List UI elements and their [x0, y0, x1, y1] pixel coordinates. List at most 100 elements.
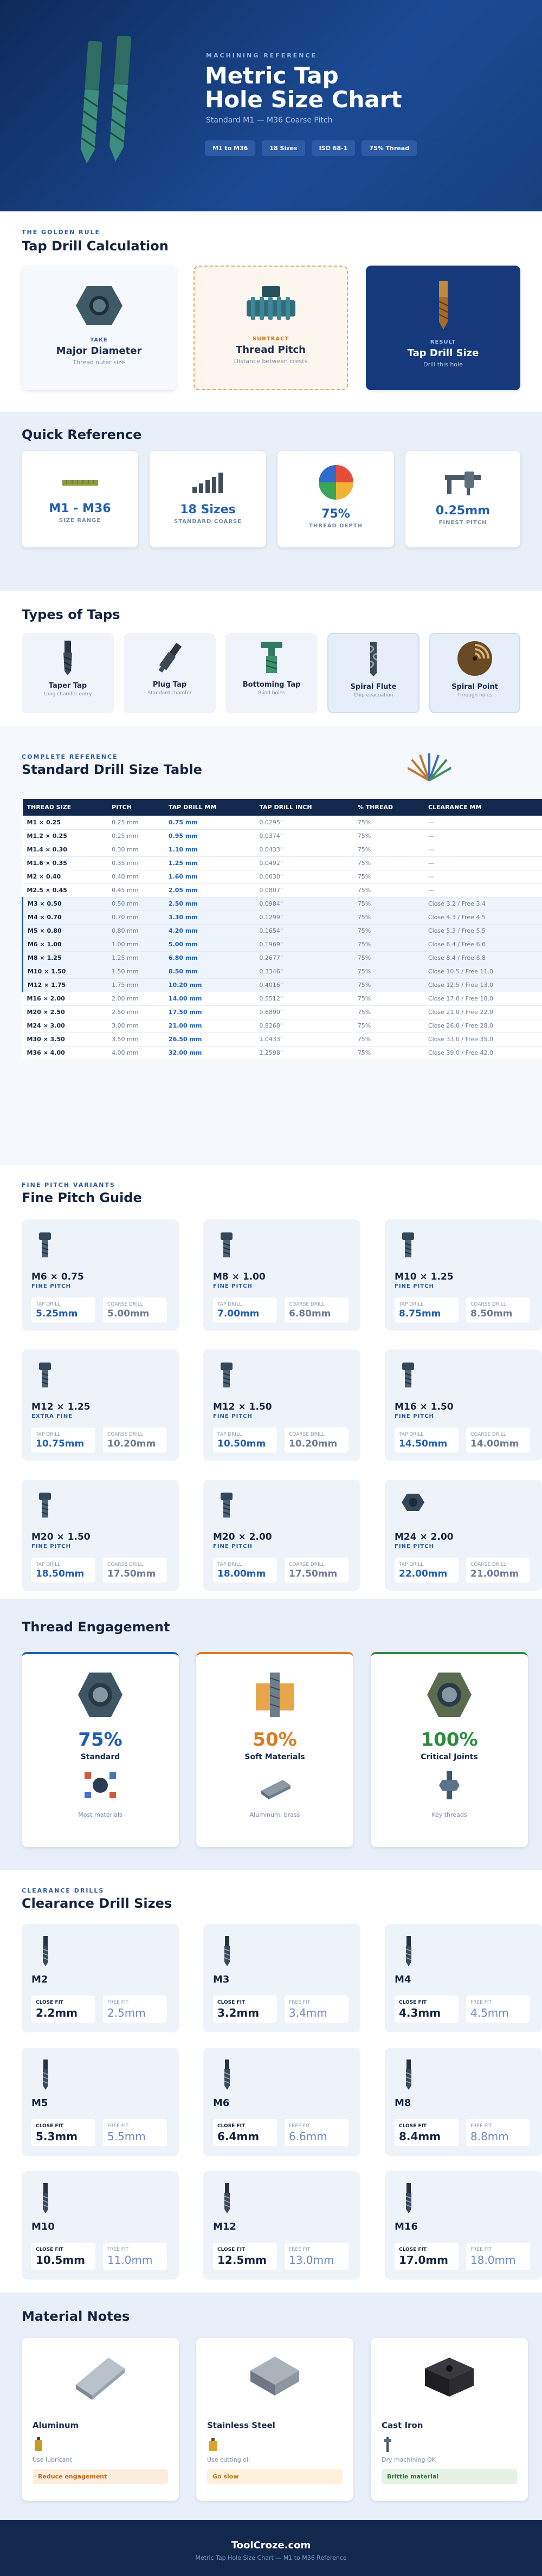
engagement-name: Critical Joints: [421, 1753, 478, 1761]
card-title: Tap Drill Size: [407, 347, 479, 359]
engagement-name: Standard: [80, 1753, 120, 1761]
tap-drill-value: 22.00mm: [399, 1568, 448, 1579]
table-cell: 75%: [353, 1019, 424, 1033]
fine-pitch-card: M20 × 1.50 FINE PITCH TAP DRILL 18.50mm COAR…: [22, 1480, 179, 1591]
coarse-drill-value: 17.50mm: [107, 1568, 156, 1579]
footer-site[interactable]: ToolCroze.com: [0, 2540, 542, 2551]
table-cell: 1.60 mm: [164, 870, 255, 884]
fine-size: M12 × 1.25: [31, 1402, 91, 1412]
tap-drill-value: 5.25mm: [36, 1308, 78, 1319]
engagement-use: Key threads: [431, 1811, 467, 1818]
table-row: M30 × 3.50 3.50 mm 26.50 mm 1.0433" 75% Close…: [22, 1032, 542, 1047]
material-block-icon: [70, 2352, 130, 2403]
table-cell: Close 39.0 / Free 42.0: [423, 1046, 542, 1060]
chip: ISO 68-1: [311, 140, 356, 156]
card-title: Major Diameter: [56, 345, 142, 357]
table-cell: 0.8268": [255, 1019, 353, 1033]
table-cell: M8 × 1.25: [22, 951, 108, 965]
fine-title: Fine Pitch Guide: [22, 1190, 142, 1205]
tap-drill-value: 14.50mm: [399, 1438, 448, 1449]
engagement-illustration-icon: [196, 1769, 353, 1804]
table-row: M16 × 2.00 2.00 mm 14.00 mm 0.5512" 75% Close…: [22, 992, 542, 1006]
ruler-icon: [62, 480, 98, 486]
drill-bit-icon: [403, 2183, 414, 2216]
table-cell: 75%: [353, 992, 424, 1006]
clear-title: Clearance Drill Sizes: [22, 1896, 172, 1911]
table-cell: 1.25 mm: [164, 856, 255, 870]
tap-drill-value: 10.75mm: [36, 1438, 85, 1449]
table-cell: 0.40 mm: [107, 870, 164, 884]
material-name: Aluminum: [33, 2420, 79, 2430]
table-cell: 0.25 mm: [107, 816, 164, 830]
bolt-icon: [220, 1232, 234, 1261]
tap-drill-value: 18.00mm: [217, 1568, 266, 1579]
table-cell: 5.00 mm: [164, 938, 255, 952]
coarse-drill-box: COARSE DRILL 14.00mm: [466, 1428, 530, 1452]
table-header-cell: PITCH: [107, 799, 164, 816]
clearance-card: M8 CLOSE FIT 8.4mm FREE FIT 8.8mm: [385, 2048, 542, 2156]
drill-table-section: COMPLETE REFERENCE Standard Drill Size T…: [0, 726, 542, 1165]
card-desc: Distance between crests: [234, 358, 308, 365]
close-fit-value: 3.2mm: [217, 2006, 260, 2019]
table-cell: 0.50 mm: [107, 897, 164, 911]
quick-value: 18 Sizes: [180, 503, 236, 517]
table-cell: 0.0492": [255, 856, 353, 870]
fine-tag: EXTRA FINE: [31, 1413, 73, 1419]
fine-pitch-card: M12 × 1.50 FINE PITCH TAP DRILL 10.50mm COAR…: [203, 1350, 360, 1461]
table-cell: 10.20 mm: [164, 978, 255, 992]
box-label: COARSE DRILL: [470, 1432, 506, 1437]
coarse-drill-box: COARSE DRILL 6.80mm: [285, 1297, 349, 1322]
quick-reference-section: Quick Reference M1 - M36 SIZE RANGE 18 S…: [0, 412, 542, 591]
tap-drill-value: 7.00mm: [217, 1308, 260, 1319]
clearance-card: M6 CLOSE FIT 6.4mm FREE FIT 6.6mm: [203, 2048, 360, 2156]
card-label: RESULT: [430, 339, 456, 345]
tap-drill-value: 18.50mm: [36, 1568, 85, 1579]
tap-type-card: Plug Tap Standard chamfer: [124, 633, 216, 713]
fine-pitch-card: M8 × 1.00 FINE PITCH TAP DRILL 7.00mm COARSE…: [203, 1219, 360, 1331]
table-cell: M2 × 0.40: [22, 870, 108, 884]
coarse-drill-value: 17.50mm: [289, 1568, 338, 1579]
tap-drill-box: TAP DRILL 10.75mm: [31, 1428, 95, 1452]
table-cell: 3.30 mm: [164, 911, 255, 925]
bolt-icon: [38, 1363, 52, 1391]
tap-drill-value: 10.50mm: [217, 1438, 266, 1449]
chip: M1 to M36: [205, 140, 256, 156]
table-cell: 1.50 mm: [107, 965, 164, 979]
engagement-percent: 75%: [78, 1729, 122, 1751]
close-fit-value: 4.3mm: [399, 2006, 441, 2019]
drill-bit-icon: [222, 2059, 233, 2092]
tap-drill-illustration-icon: [80, 36, 132, 164]
tap-type-card: Spiral Point Through holes: [429, 633, 520, 713]
engagement-use: Aluminum, brass: [249, 1811, 300, 1818]
material-badge: Go slow: [207, 2469, 343, 2484]
table-cell: 2.50 mm: [164, 897, 255, 911]
tap-desc: Standard chamfer: [147, 690, 192, 696]
coarse-drill-box: COARSE DRILL 10.20mm: [285, 1428, 349, 1452]
engagement-illustration-icon: [22, 1769, 179, 1804]
coarse-drill-box: COARSE DRILL 21.00mm: [466, 1558, 530, 1583]
table-row: M1.6 × 0.35 0.35 mm 1.25 mm 0.0492" 75% —: [22, 856, 542, 870]
table-cell: 75%: [353, 1032, 424, 1047]
close-fit-box: CLOSE FIT 2.2mm: [31, 1996, 95, 2023]
clearance-section: CLEARANCE DRILLS Clearance Drill Sizes M…: [0, 1870, 542, 2293]
box-label: CLOSE FIT: [36, 2247, 64, 2252]
box-label: COARSE DRILL: [107, 1432, 143, 1437]
box-label: CLOSE FIT: [36, 2000, 64, 2005]
clearance-size: M4: [395, 1974, 411, 1985]
table-cell: 0.6890": [255, 1005, 353, 1019]
free-fit-box: FREE FIT 8.8mm: [466, 2119, 530, 2146]
table-cell: 4.20 mm: [164, 924, 255, 938]
table-cell: 0.1654": [255, 924, 353, 938]
box-label: TAP DRILL: [36, 1432, 61, 1437]
header-kicker: MACHINING REFERENCE: [206, 52, 317, 59]
fine-size: M20 × 1.50: [31, 1532, 91, 1542]
bolt-icon: [401, 1232, 415, 1261]
table-cell: 75%: [353, 978, 424, 992]
hex-nut-icon: [22, 1670, 179, 1721]
fine-pitch-card: M10 × 1.25 FINE PITCH TAP DRILL 8.75mm COARS…: [385, 1219, 542, 1331]
table-cell: 75%: [353, 870, 424, 884]
card-label: TAKE: [90, 337, 108, 343]
table-cell: 0.75 mm: [164, 816, 255, 830]
table-cell: 32.00 mm: [164, 1046, 255, 1060]
box-label: COARSE DRILL: [289, 1432, 325, 1437]
